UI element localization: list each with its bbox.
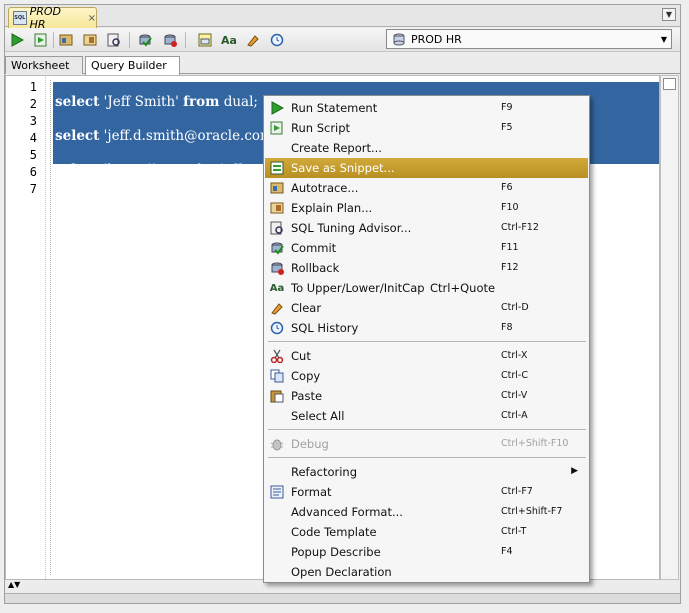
line-number: 6 bbox=[29, 165, 37, 179]
menu-separator bbox=[268, 341, 586, 342]
sql-history-icon bbox=[269, 320, 285, 336]
snippet-icon bbox=[269, 160, 285, 176]
menu-advanced-format[interactable]: Advanced Format... Ctrl+Shift-F7 bbox=[265, 502, 588, 522]
menu-run-statement[interactable]: Run Statement F9 bbox=[265, 98, 588, 118]
format-icon bbox=[269, 484, 285, 500]
menu-explain-plan[interactable]: Explain Plan... F10 bbox=[265, 198, 588, 218]
code-line-6[interactable]: select 'htttp://www.thatjeffsmit bbox=[55, 162, 271, 178]
sql-worksheet-icon: SQL bbox=[13, 11, 27, 25]
menu-paste[interactable]: Paste Ctrl-V bbox=[265, 386, 588, 406]
menu-run-script[interactable]: Run Script F5 bbox=[265, 118, 588, 138]
tab-prod-hr[interactable]: SQL PROD HR × bbox=[8, 5, 97, 31]
change-case-icon[interactable]: Aa bbox=[220, 31, 238, 49]
rollback-icon[interactable] bbox=[161, 31, 179, 49]
line-number: 4 bbox=[29, 131, 37, 145]
run-script-icon[interactable] bbox=[32, 31, 50, 49]
autotrace-icon bbox=[269, 180, 285, 196]
paste-icon bbox=[269, 388, 285, 404]
fold-guide bbox=[50, 80, 51, 575]
change-case-icon: Aa bbox=[269, 282, 285, 294]
worksheet-toolbar: Aa PROD HR ▼ bbox=[5, 28, 680, 52]
rollback-icon bbox=[269, 260, 285, 276]
line-number: 5 bbox=[29, 148, 37, 162]
line-number-gutter: 1 2 3 4 5 6 7 bbox=[6, 76, 46, 579]
line-number: 1 bbox=[29, 80, 37, 94]
tab-list-dropdown-icon[interactable]: ▼ bbox=[662, 8, 676, 21]
code-line-2[interactable]: select 'Jeff Smith' from dual; bbox=[55, 94, 258, 110]
code-line-4[interactable]: select 'jeff.d.smith@oracle.com bbox=[55, 128, 273, 144]
autotrace-icon[interactable] bbox=[57, 31, 75, 49]
menu-create-report[interactable]: Create Report... bbox=[265, 138, 588, 158]
unshared-sql-worksheet-icon[interactable] bbox=[196, 31, 214, 49]
horizontal-scrollbar[interactable] bbox=[5, 593, 680, 603]
clear-eraser-icon[interactable] bbox=[244, 31, 262, 49]
chevron-down-icon: ▼ bbox=[660, 34, 667, 44]
vertical-scrollbar[interactable] bbox=[660, 75, 679, 580]
commit-icon bbox=[269, 240, 285, 256]
explain-plan-icon bbox=[269, 200, 285, 216]
connection-name: PROD HR bbox=[411, 32, 462, 46]
menu-select-all[interactable]: Select All Ctrl-A bbox=[265, 406, 588, 426]
bug-icon bbox=[269, 436, 285, 452]
menu-commit[interactable]: Commit F11 bbox=[265, 238, 588, 258]
menu-separator bbox=[268, 429, 586, 430]
menu-clear[interactable]: Clear Ctrl-D bbox=[265, 298, 588, 318]
sql-tuning-advisor-icon bbox=[269, 220, 285, 236]
editor-subtabs: Worksheet Query Builder bbox=[5, 56, 680, 75]
run-statement-icon bbox=[269, 100, 285, 116]
menu-separator bbox=[268, 457, 586, 458]
copy-icon bbox=[269, 368, 285, 384]
sql-tuning-advisor-icon[interactable] bbox=[105, 31, 123, 49]
run-statement-icon[interactable] bbox=[8, 31, 26, 49]
eraser-icon bbox=[269, 300, 285, 316]
menu-rollback[interactable]: Rollback F12 bbox=[265, 258, 588, 278]
close-tab-icon[interactable]: × bbox=[88, 13, 96, 24]
scrollbar-thumb[interactable] bbox=[663, 78, 676, 90]
menu-sql-tuning-advisor[interactable]: SQL Tuning Advisor... Ctrl-F12 bbox=[265, 218, 588, 238]
submenu-arrow-icon: ▶ bbox=[571, 466, 578, 476]
editor-context-menu: Run Statement F9 Run Script F5 Create Re… bbox=[263, 95, 590, 583]
split-arrows-icon[interactable]: ▲▼ bbox=[8, 580, 20, 589]
database-icon bbox=[393, 33, 405, 45]
menu-sql-history[interactable]: SQL History F8 bbox=[265, 318, 588, 338]
connection-select[interactable]: PROD HR ▼ bbox=[386, 29, 672, 49]
scissors-icon bbox=[269, 348, 285, 364]
tab-query-builder[interactable]: Query Builder bbox=[85, 56, 180, 75]
menu-cut[interactable]: Cut Ctrl-X bbox=[265, 346, 588, 366]
menu-copy[interactable]: Copy Ctrl-C bbox=[265, 366, 588, 386]
line-number: 2 bbox=[29, 97, 37, 111]
menu-open-declaration[interactable]: Open Declaration bbox=[265, 562, 588, 582]
menu-debug: Debug Ctrl+Shift-F10 bbox=[265, 434, 588, 454]
menu-popup-describe[interactable]: Popup Describe F4 bbox=[265, 542, 588, 562]
menu-refactoring[interactable]: Refactoring ▶ bbox=[265, 462, 588, 482]
sql-history-icon[interactable] bbox=[268, 31, 286, 49]
line-number: 3 bbox=[29, 114, 37, 128]
menu-autotrace[interactable]: Autotrace... F6 bbox=[265, 178, 588, 198]
menu-code-template[interactable]: Code Template Ctrl-T bbox=[265, 522, 588, 542]
menu-format[interactable]: Format Ctrl-F7 bbox=[265, 482, 588, 502]
line-number: 7 bbox=[29, 182, 37, 196]
explain-plan-icon[interactable] bbox=[81, 31, 99, 49]
menu-save-as-snippet[interactable]: Save as Snippet... bbox=[265, 158, 588, 178]
commit-icon[interactable] bbox=[136, 31, 154, 49]
document-tab-strip: SQL PROD HR × ▼ bbox=[5, 5, 680, 31]
run-script-icon bbox=[269, 120, 285, 136]
menu-change-case[interactable]: Aa To Upper/Lower/InitCap Ctrl+Quote bbox=[265, 278, 588, 298]
tab-worksheet[interactable]: Worksheet bbox=[5, 56, 83, 74]
